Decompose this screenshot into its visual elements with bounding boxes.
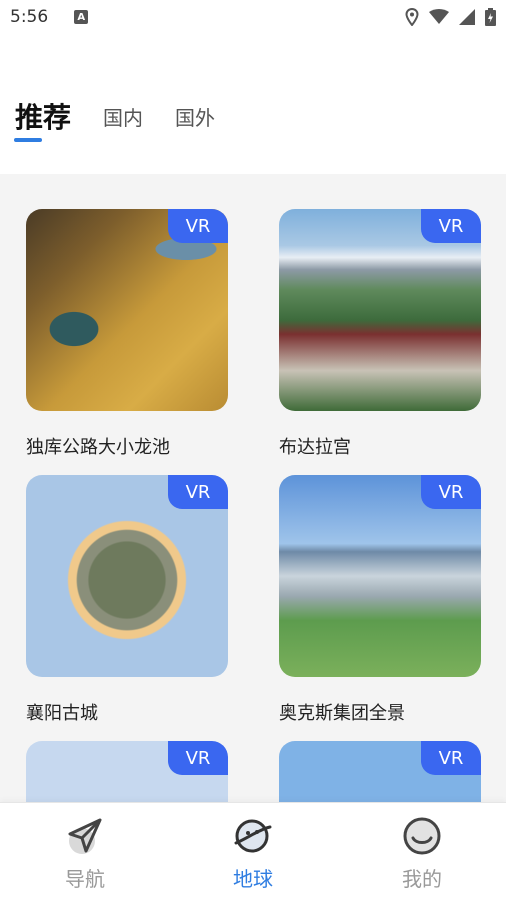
card-thumbnail: VR [279, 741, 481, 802]
card-thumbnail: VR [26, 475, 228, 677]
nav-item-mine[interactable]: 我的 [362, 815, 482, 892]
vr-badge: VR [168, 209, 228, 243]
tab-domestic[interactable]: 国内 [103, 90, 143, 131]
vr-card[interactable]: VR [26, 741, 228, 802]
notification-a-icon: A [74, 10, 89, 24]
status-time: 5:56 [10, 7, 49, 27]
battery-icon [485, 8, 496, 26]
vr-badge: VR [168, 475, 228, 509]
card-thumbnail: VR [279, 475, 481, 677]
vr-card[interactable]: VR [279, 741, 481, 802]
card-title: 奥克斯集团全景 [279, 703, 405, 724]
card-thumbnail: VR [26, 209, 228, 411]
category-tabs: 推荐 国内 国外 [0, 90, 506, 150]
vr-badge: VR [421, 475, 481, 509]
status-icons [405, 8, 496, 26]
nav-label: 地球 [233, 867, 273, 891]
vr-badge: VR [421, 209, 481, 243]
signal-icon [459, 9, 475, 25]
status-bar: 5:56 A [0, 0, 506, 34]
tab-recommended[interactable]: 推荐 [15, 90, 71, 136]
vr-content-grid: VR 独库公路大小龙池 VR 布达拉宫 VR 襄阳古城 VR 奥克斯集团全景 V… [0, 174, 506, 802]
card-thumbnail: VR [279, 209, 481, 411]
vr-card[interactable]: VR 襄阳古城 [26, 475, 228, 725]
vr-badge: VR [421, 741, 481, 775]
smiley-face-icon [403, 817, 441, 855]
nav-label: 导航 [65, 867, 105, 891]
paper-plane-icon [68, 818, 102, 854]
tab-abroad[interactable]: 国外 [175, 90, 215, 131]
vr-card[interactable]: VR 布达拉宫 [279, 209, 481, 459]
vr-card[interactable]: VR 奥克斯集团全景 [279, 475, 481, 725]
card-title: 襄阳古城 [26, 703, 98, 724]
location-icon [405, 8, 419, 26]
wifi-icon [429, 9, 449, 24]
card-title: 布达拉宫 [279, 437, 351, 458]
nav-label: 我的 [402, 867, 442, 891]
card-thumbnail: VR [26, 741, 228, 802]
nav-item-navigation[interactable]: 导航 [25, 815, 145, 892]
bottom-navigation: 导航 地球 我的 [0, 802, 506, 900]
active-tab-indicator [14, 138, 42, 142]
card-title: 独库公路大小龙池 [26, 437, 170, 458]
vr-badge: VR [168, 741, 228, 775]
vr-card[interactable]: VR 独库公路大小龙池 [26, 209, 228, 459]
nav-item-earth[interactable]: 地球 [193, 815, 313, 892]
planet-icon [234, 819, 272, 853]
